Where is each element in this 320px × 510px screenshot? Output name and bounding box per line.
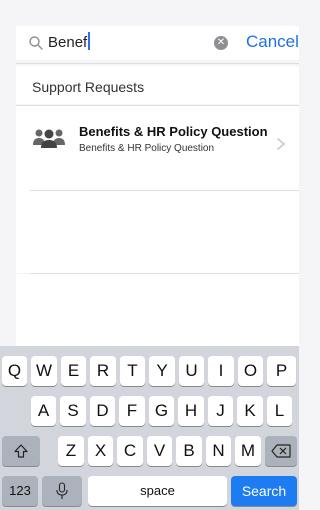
clear-text-icon[interactable]: ✕ xyxy=(214,36,228,50)
key-d[interactable]: D xyxy=(90,396,115,426)
key-q[interactable]: Q xyxy=(2,356,27,386)
key-l[interactable]: L xyxy=(267,396,292,426)
key-h[interactable]: H xyxy=(178,396,204,426)
search-input[interactable]: Benef xyxy=(48,31,91,55)
key-y[interactable]: Y xyxy=(149,356,175,386)
key-v[interactable]: V xyxy=(147,436,172,466)
key-n[interactable]: N xyxy=(206,436,231,466)
group-icon xyxy=(33,129,65,148)
search-icon xyxy=(29,36,43,50)
key-z[interactable]: Z xyxy=(58,436,84,466)
backspace-key[interactable] xyxy=(265,436,297,466)
numbers-key[interactable]: 123 xyxy=(2,476,38,506)
key-w[interactable]: W xyxy=(31,356,57,386)
empty-row xyxy=(16,274,299,346)
result-subtitle: Benefits & HR Policy Question xyxy=(79,143,215,154)
key-u[interactable]: U xyxy=(179,356,204,386)
search-key[interactable]: Search xyxy=(231,476,297,506)
section-title: Support Requests xyxy=(32,79,145,95)
keyboard: Q W E R T Y U I O P A S D F G H J K L Z … xyxy=(0,346,299,510)
shift-key[interactable] xyxy=(2,436,40,466)
key-t[interactable]: T xyxy=(120,356,145,386)
list-item[interactable]: Benefits & HR Policy Question Benefits &… xyxy=(16,106,299,192)
key-k[interactable]: K xyxy=(237,396,263,426)
result-title: Benefits & HR Policy Question xyxy=(79,124,268,139)
key-e[interactable]: E xyxy=(61,356,86,386)
space-key[interactable]: space xyxy=(88,476,227,506)
empty-row xyxy=(16,191,299,273)
key-g[interactable]: G xyxy=(149,396,174,426)
top-bar xyxy=(0,0,299,22)
key-b[interactable]: B xyxy=(176,436,202,466)
key-j[interactable]: J xyxy=(208,396,233,426)
divider xyxy=(16,63,299,64)
text-caret xyxy=(88,32,91,50)
backspace-icon xyxy=(271,444,291,458)
key-p[interactable]: P xyxy=(267,356,296,386)
chevron-right-icon xyxy=(277,138,285,150)
key-a[interactable]: A xyxy=(31,396,56,426)
key-o[interactable]: O xyxy=(238,356,263,386)
key-s[interactable]: S xyxy=(60,396,86,426)
key-r[interactable]: R xyxy=(90,356,116,386)
key-x[interactable]: X xyxy=(88,436,113,466)
section-header: Support Requests xyxy=(16,66,299,104)
key-m[interactable]: M xyxy=(235,436,261,466)
cancel-button[interactable]: Cancel xyxy=(246,30,299,54)
microphone-icon xyxy=(56,482,68,499)
shift-icon xyxy=(14,444,28,458)
key-i[interactable]: I xyxy=(208,356,234,386)
dictation-key[interactable] xyxy=(42,476,82,506)
search-bar[interactable]: Benef ✕ Cancel xyxy=(16,26,299,60)
key-c[interactable]: C xyxy=(117,436,143,466)
key-f[interactable]: F xyxy=(119,396,145,426)
